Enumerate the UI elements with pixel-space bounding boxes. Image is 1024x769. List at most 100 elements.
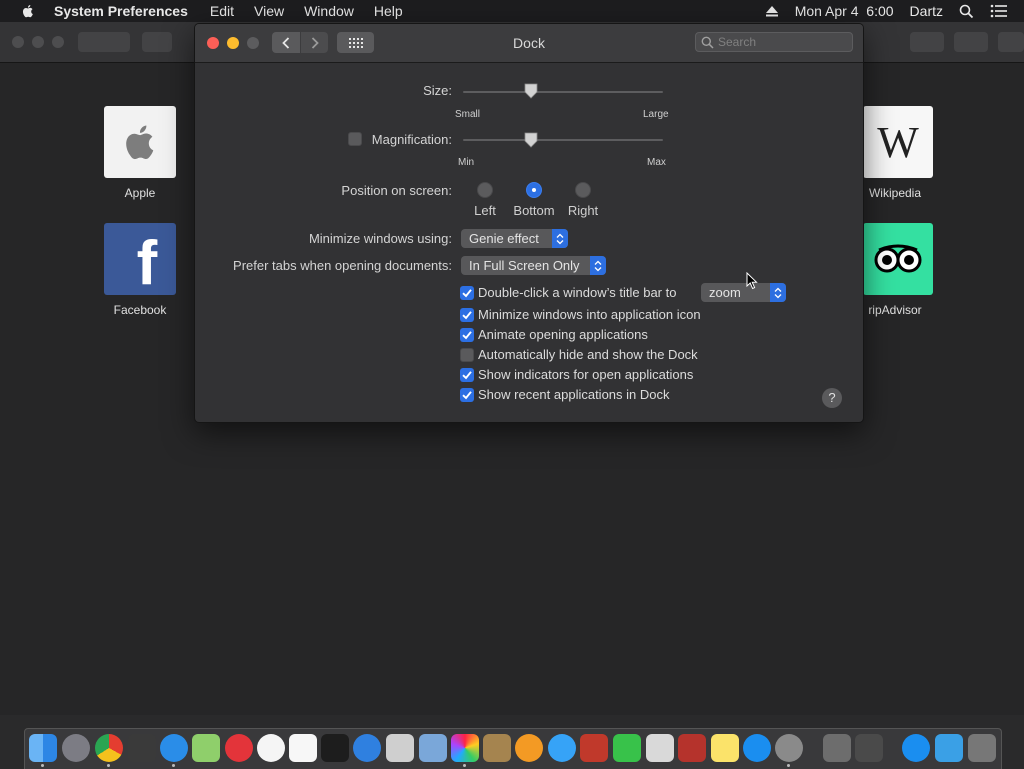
- magnification-slider-thumb[interactable]: [524, 132, 538, 148]
- magnification-checkbox[interactable]: [348, 132, 362, 146]
- wikipedia-logo-icon: W: [863, 106, 933, 178]
- news-icon[interactable]: [225, 734, 253, 762]
- autohide-dock-checkbox[interactable]: [460, 348, 474, 362]
- trash-icon[interactable]: [968, 734, 996, 762]
- minimize-effect-popup[interactable]: Genie effect: [461, 229, 568, 248]
- dictionary-icon[interactable]: [678, 734, 706, 762]
- app-store-icon[interactable]: [743, 734, 771, 762]
- apple-logo-icon: [104, 106, 176, 178]
- help-button[interactable]: ?: [822, 388, 842, 408]
- bg-share-button: [910, 32, 944, 52]
- stickies-icon[interactable]: [711, 734, 739, 762]
- dock-preferences-window: Dock Size: Small Large Magnification: Mi…: [194, 23, 864, 423]
- size-max-label: Large: [643, 109, 669, 120]
- double-click-action-value: zoom: [709, 285, 741, 300]
- position-bottom-radio[interactable]: [526, 182, 542, 198]
- launchpad-icon[interactable]: [62, 734, 90, 762]
- itunes-icon[interactable]: [257, 734, 285, 762]
- mouse-cursor-icon: [746, 272, 758, 290]
- size-slider-thumb[interactable]: [524, 83, 538, 99]
- double-click-checkbox[interactable]: [460, 286, 474, 300]
- books-icon[interactable]: [515, 734, 543, 762]
- bg-sidebar-button: [142, 32, 172, 52]
- running-indicator: [463, 764, 466, 767]
- spotlight-search-icon[interactable]: [959, 4, 974, 19]
- maps-icon[interactable]: [192, 734, 220, 762]
- favorite-label: Facebook: [113, 303, 167, 317]
- stocks-icon[interactable]: [321, 734, 349, 762]
- popup-arrows-icon: [590, 256, 606, 275]
- position-left-label: Left: [474, 203, 496, 218]
- position-right-radio[interactable]: [575, 182, 591, 198]
- facetime-icon[interactable]: [613, 734, 641, 762]
- minimize-effect-label: Minimize windows using:: [308, 231, 452, 246]
- applications-folder-icon[interactable]: [902, 734, 930, 762]
- search-field[interactable]: [695, 32, 853, 52]
- show-indicators-checkbox[interactable]: [460, 368, 474, 382]
- checkmark-icon: [462, 331, 472, 340]
- menu-view[interactable]: View: [254, 3, 284, 19]
- notes-icon[interactable]: [483, 734, 511, 762]
- eject-icon[interactable]: [765, 5, 779, 17]
- script-editor-icon[interactable]: [855, 734, 883, 762]
- notification-center-icon[interactable]: [990, 4, 1008, 18]
- window-titlebar[interactable]: Dock: [195, 24, 863, 63]
- size-slider-track[interactable]: [463, 91, 663, 93]
- facebook-logo-icon: f: [104, 223, 176, 295]
- utility-icon[interactable]: [823, 734, 851, 762]
- menu-bar: System Preferences Edit View Window Help…: [0, 0, 1024, 22]
- show-recent-apps-label: Show recent applications in Dock: [478, 387, 670, 402]
- position-left-radio[interactable]: [477, 182, 493, 198]
- safari-icon[interactable]: [160, 734, 188, 762]
- favorite-facebook[interactable]: f Facebook: [104, 223, 176, 317]
- wifi-icon[interactable]: [353, 734, 381, 762]
- downloads-folder-icon[interactable]: [935, 734, 963, 762]
- chrome-icon[interactable]: [95, 734, 123, 762]
- position-right-label: Right: [567, 203, 599, 218]
- bg-close-dot: [12, 36, 24, 48]
- contacts-icon[interactable]: [646, 734, 674, 762]
- minimize-into-icon-checkbox[interactable]: [460, 308, 474, 322]
- animate-opening-label: Animate opening applications: [478, 327, 648, 342]
- running-indicator: [787, 764, 790, 767]
- menu-edit[interactable]: Edit: [210, 3, 234, 19]
- font-book-icon[interactable]: [386, 734, 414, 762]
- messages-icon[interactable]: [548, 734, 576, 762]
- position-label: Position on screen:: [341, 183, 452, 198]
- menu-user[interactable]: Dartz: [910, 3, 943, 19]
- minimize-effect-value: Genie effect: [469, 231, 539, 246]
- checkmark-icon: [462, 311, 472, 320]
- bg-zoom-dot: [52, 36, 64, 48]
- search-input[interactable]: [718, 35, 838, 49]
- status-area: Mon Apr 4 6:00 Dartz: [765, 0, 1024, 22]
- finder-icon[interactable]: [29, 734, 57, 762]
- bg-nav-buttons: [78, 32, 130, 52]
- menu-clock[interactable]: Mon Apr 4 6:00: [795, 3, 894, 19]
- show-recent-apps-checkbox[interactable]: [460, 388, 474, 402]
- bg-new-tab-button: [998, 32, 1024, 52]
- checkmark-icon: [462, 289, 472, 298]
- prefer-tabs-popup[interactable]: In Full Screen Only: [461, 256, 606, 275]
- size-min-label: Small: [455, 109, 481, 120]
- system-preferences-icon[interactable]: [775, 734, 803, 762]
- prefer-tabs-value: In Full Screen Only: [469, 258, 580, 273]
- favorite-apple[interactable]: Apple: [104, 106, 176, 200]
- autohide-dock-label: Automatically hide and show the Dock: [478, 347, 698, 362]
- prefer-tabs-label: Prefer tabs when opening documents:: [233, 258, 452, 273]
- size-label: Size:: [423, 83, 452, 98]
- double-click-action-popup[interactable]: zoom: [701, 283, 786, 302]
- favorite-label: Apple: [124, 186, 156, 200]
- animate-opening-checkbox[interactable]: [460, 328, 474, 342]
- menu-help[interactable]: Help: [374, 3, 403, 19]
- app-menu[interactable]: System Preferences: [54, 3, 188, 19]
- magnification-slider-track[interactable]: [463, 139, 663, 141]
- app-icon[interactable]: [128, 734, 156, 762]
- menu-window[interactable]: Window: [304, 3, 354, 19]
- photo-booth-icon[interactable]: [580, 734, 608, 762]
- magnification-min-label: Min: [458, 157, 475, 168]
- popup-arrows-icon: [770, 283, 786, 302]
- preview-icon[interactable]: [419, 734, 447, 762]
- color-icon[interactable]: [451, 734, 479, 762]
- apple-menu-icon[interactable]: [20, 3, 36, 19]
- calendar-icon[interactable]: [289, 734, 317, 762]
